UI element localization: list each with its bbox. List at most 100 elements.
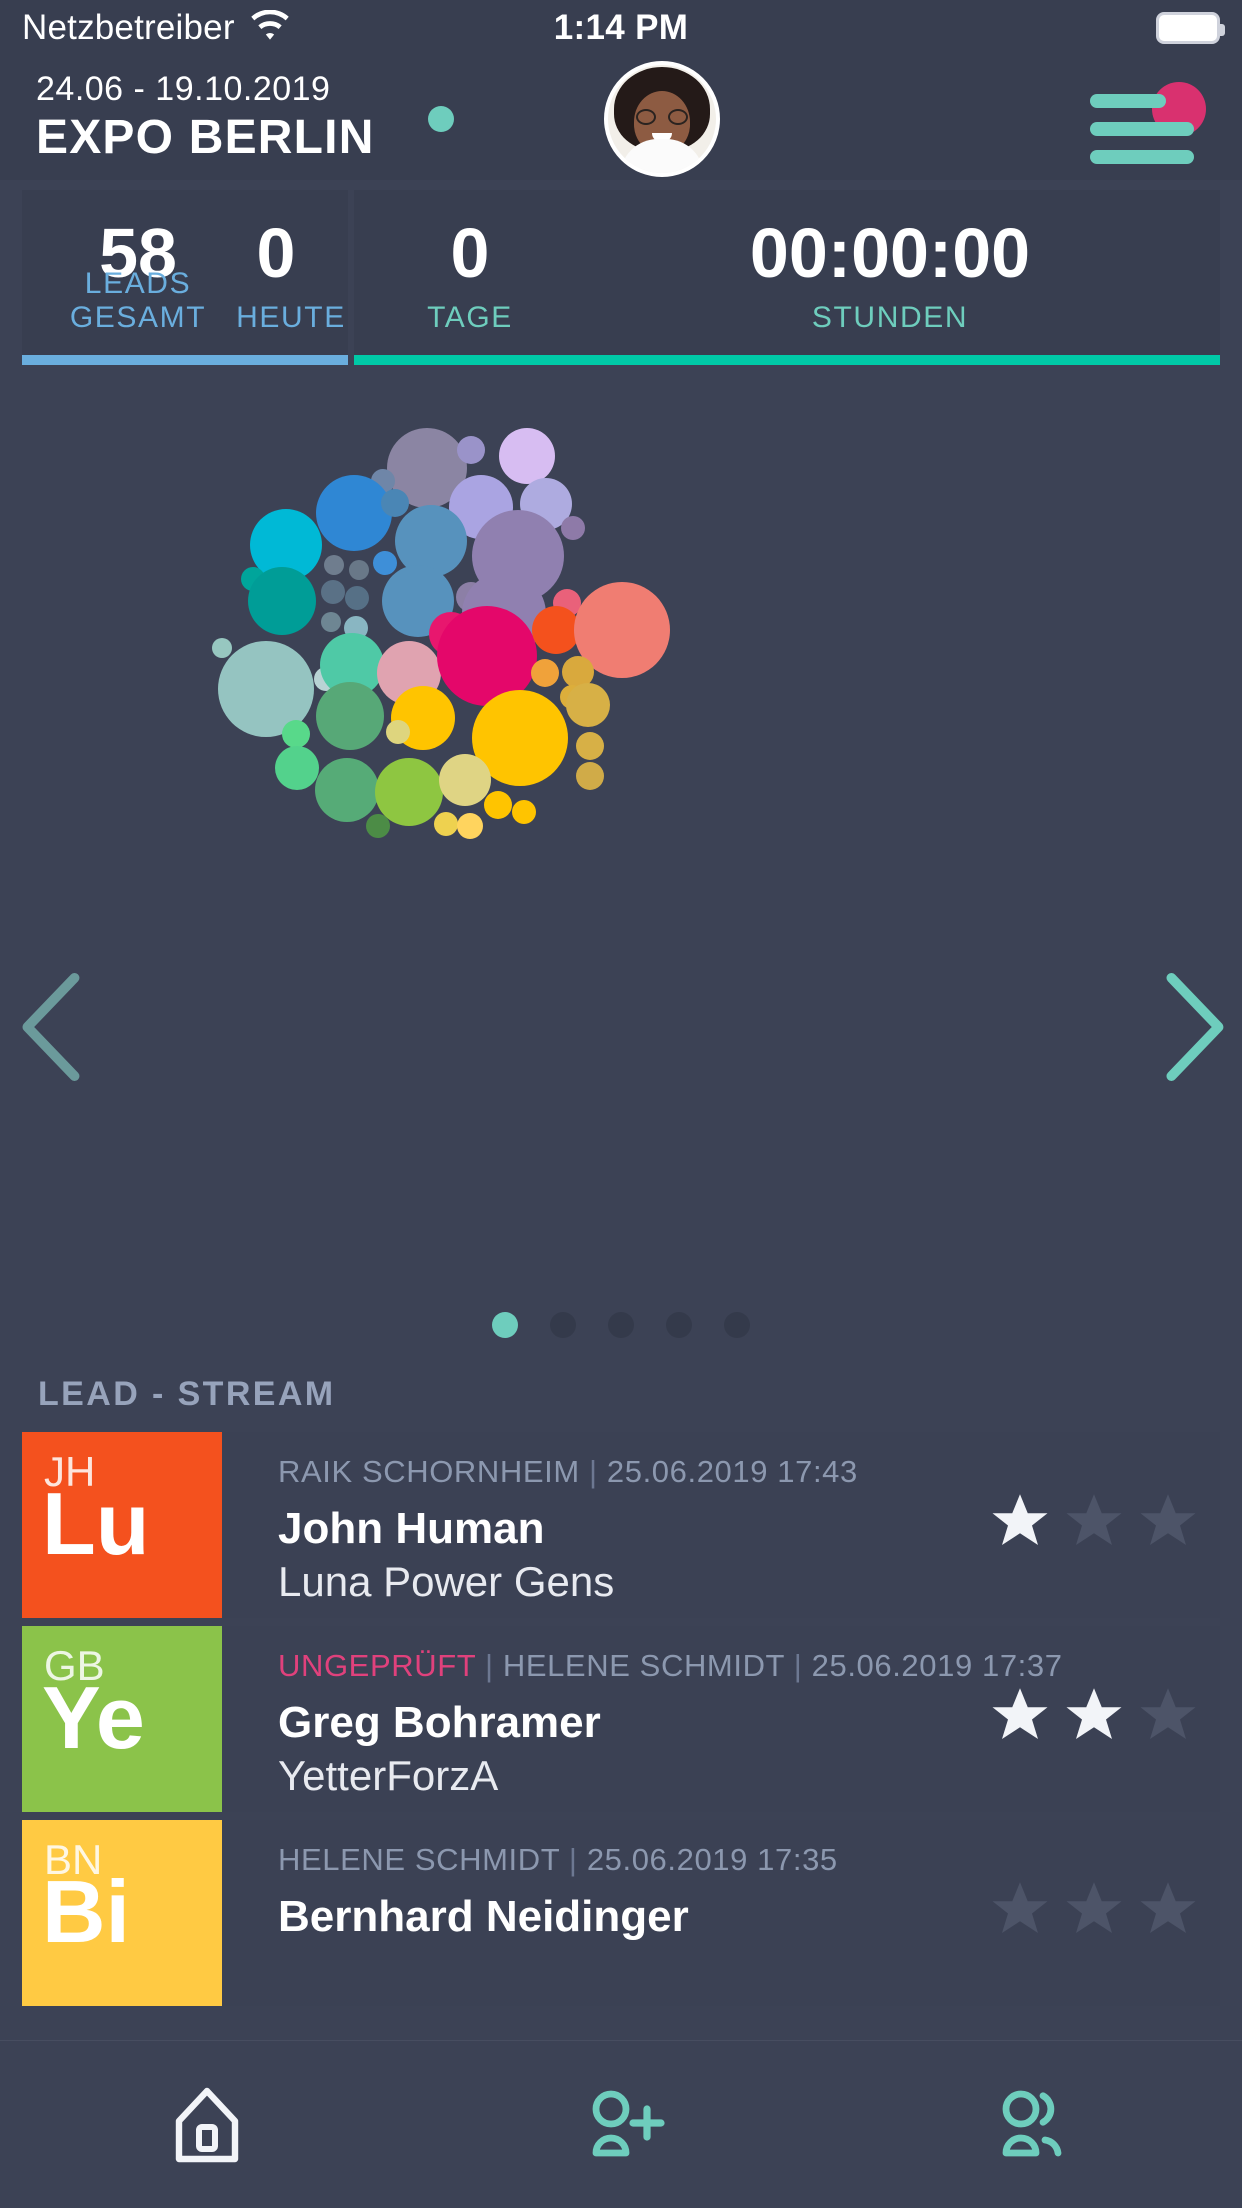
- carousel-dot[interactable]: [550, 1312, 576, 1338]
- rating-star[interactable]: [990, 1882, 1050, 1940]
- chart-bubble: [275, 746, 319, 790]
- chart-bubble: [345, 586, 369, 610]
- lead-owner: RAIK SCHORNHEIM: [278, 1454, 580, 1489]
- lead-flag: UNGEPRÜFT: [278, 1648, 476, 1683]
- lead-avatar-tile: BN Bi: [22, 1820, 222, 2006]
- people-icon: [987, 2077, 1083, 2173]
- lead-name: Greg Bohramer: [278, 1698, 601, 1747]
- lead-rating[interactable]: [990, 1882, 1198, 1940]
- lead-avatar-tile: JH Lu: [22, 1432, 222, 1618]
- lead-owner: HELENE SCHMIDT: [502, 1648, 785, 1683]
- leads-total-label: LEADS GESAMT: [69, 267, 207, 334]
- rating-star[interactable]: [1138, 1882, 1198, 1940]
- glasses-icon: [636, 109, 688, 125]
- chart-bubble: [386, 720, 410, 744]
- chart-bubble: [212, 638, 232, 658]
- status-bar-right: [1156, 12, 1225, 44]
- tab-add-lead[interactable]: [414, 2041, 828, 2208]
- chart-bubble: [576, 732, 604, 760]
- stats-row: 58 0 LEADS GESAMT HEUTE 0 00:00:00 TAGE …: [0, 190, 1242, 365]
- carousel-dot[interactable]: [666, 1312, 692, 1338]
- lead-rating[interactable]: [990, 1494, 1198, 1552]
- carousel-dot[interactable]: [608, 1312, 634, 1338]
- chart-bubble: [561, 516, 585, 540]
- leads-stat-card[interactable]: 58 0 LEADS GESAMT HEUTE: [22, 190, 348, 365]
- chart-bubble: [316, 475, 392, 551]
- app-header: 24.06 - 19.10.2019 EXPO BERLIN: [0, 56, 1242, 180]
- leads-today-label: HEUTE: [236, 301, 346, 334]
- menu-bar-3: [1090, 150, 1194, 164]
- lead-stream-list[interactable]: JH Lu RAIK SCHORNHEIM | 25.06.2019 17:43 Jo…: [0, 1432, 1242, 2037]
- lead-timestamp: 25.06.2019 17:35: [586, 1842, 838, 1877]
- lead-name: Bernhard Neidinger: [278, 1892, 689, 1941]
- lead-name: John Human: [278, 1504, 545, 1553]
- days-label: TAGE: [427, 301, 513, 334]
- days-value: 0: [450, 214, 490, 292]
- lead-company: Luna Power Gens: [278, 1558, 615, 1605]
- lead-list-item[interactable]: BN Bi HELENE SCHMIDT | 25.06.2019 17:35 Ber…: [0, 1820, 1242, 2006]
- hours-label: STUNDEN: [811, 301, 969, 334]
- chart-bubble: [512, 800, 536, 824]
- rating-star[interactable]: [1064, 1494, 1124, 1552]
- chart-bubble: [381, 489, 409, 517]
- rating-star[interactable]: [1138, 1494, 1198, 1552]
- lead-stream-title: LEAD - STREAM: [38, 1375, 336, 1413]
- tab-home[interactable]: [0, 2041, 414, 2208]
- lead-meta: HELENE SCHMIDT | 25.06.2019 17:35: [278, 1842, 838, 1877]
- lead-meta: RAIK SCHORNHEIM | 25.06.2019 17:43: [278, 1454, 858, 1489]
- lead-company-abbr: Ye: [42, 1668, 145, 1767]
- lead-company-abbr: Lu: [42, 1474, 150, 1573]
- chevron-left-icon[interactable]: [14, 972, 84, 1082]
- lead-avatar-tile: GB Ye: [22, 1626, 222, 1812]
- leads-card-accent-bar: [22, 355, 348, 365]
- chart-bubble: [316, 682, 384, 750]
- carousel-dot[interactable]: [724, 1312, 750, 1338]
- bubble-chart[interactable]: [0, 372, 1242, 1082]
- hours-value: 00:00:00: [749, 214, 1031, 292]
- event-date-range: 24.06 - 19.10.2019: [36, 70, 331, 108]
- battery-full-icon: [1156, 12, 1225, 44]
- carousel-pagination[interactable]: [0, 1305, 1242, 1345]
- rating-star[interactable]: [990, 1494, 1050, 1552]
- chart-bubble: [457, 813, 483, 839]
- chevron-right-icon[interactable]: [1158, 972, 1228, 1082]
- hamburger-menu-icon[interactable]: [1090, 82, 1206, 164]
- add-person-icon: [573, 2077, 669, 2173]
- chart-bubble: [349, 560, 369, 580]
- rating-star[interactable]: [1064, 1688, 1124, 1746]
- countdown-card-accent-bar: [354, 355, 1220, 365]
- chart-bubble: [282, 720, 310, 748]
- home-icon: [159, 2077, 255, 2173]
- countdown-stat-card[interactable]: 0 00:00:00 TAGE STUNDEN: [354, 190, 1220, 365]
- chart-bubble: [439, 754, 491, 806]
- chart-bubble: [484, 791, 512, 819]
- rating-star[interactable]: [1138, 1688, 1198, 1746]
- chart-bubble: [576, 762, 604, 790]
- tab-contacts[interactable]: [828, 2041, 1242, 2208]
- app-screen: Netzbetreiber 1:14 PM 24.06 - 19.10.2019…: [0, 0, 1242, 2208]
- lead-rating[interactable]: [990, 1688, 1198, 1746]
- chart-bubble: [315, 758, 379, 822]
- chart-bubble: [366, 814, 390, 838]
- lead-company-abbr: Bi: [42, 1862, 130, 1961]
- menu-bar-2: [1090, 122, 1194, 136]
- rating-star[interactable]: [990, 1688, 1050, 1746]
- rating-star[interactable]: [1064, 1882, 1124, 1940]
- bottom-tab-bar: [0, 2040, 1242, 2208]
- lead-meta: UNGEPRÜFT | HELENE SCHMIDT | 25.06.2019 …: [278, 1648, 1063, 1683]
- lead-timestamp: 25.06.2019 17:37: [811, 1648, 1063, 1683]
- clock-label: 1:14 PM: [553, 8, 689, 47]
- lead-owner: HELENE SCHMIDT: [278, 1842, 560, 1877]
- chart-bubble: [499, 428, 555, 484]
- carousel-dot[interactable]: [492, 1312, 518, 1338]
- menu-bar-1: [1090, 94, 1166, 108]
- avatar[interactable]: [604, 61, 720, 177]
- chart-bubble: [532, 606, 580, 654]
- lead-list-item[interactable]: JH Lu RAIK SCHORNHEIM | 25.06.2019 17:43 Jo…: [0, 1432, 1242, 1618]
- chart-bubble: [531, 659, 559, 687]
- chart-bubble: [248, 567, 316, 635]
- chart-bubble: [434, 812, 458, 836]
- lead-list-item[interactable]: GB Ye UNGEPRÜFT | HELENE SCHMIDT | 25.06.2…: [0, 1626, 1242, 1812]
- sync-status-dot: [428, 106, 454, 132]
- chart-bubble: [321, 580, 345, 604]
